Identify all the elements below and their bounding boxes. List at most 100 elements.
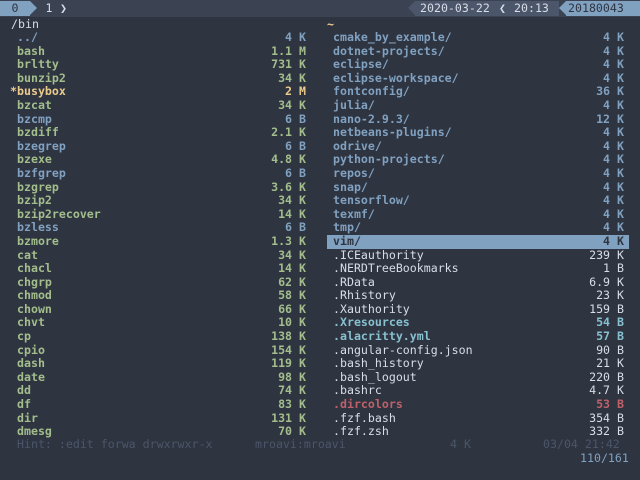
- window-tab[interactable]: 1: [38, 1, 60, 16]
- file-row[interactable]: netbeans-plugins/4 K: [327, 126, 629, 140]
- file-row[interactable]: .ICEauthority 239 K: [327, 247, 629, 263]
- chevron-right-icon: ❯: [60, 1, 67, 15]
- file-name: chacl: [17, 261, 52, 276]
- file-row[interactable]: fontconfig/36 K: [327, 85, 629, 99]
- file-size: 57 B: [596, 329, 624, 344]
- file-row[interactable]: bzexe 4.8 K: [11, 153, 311, 167]
- file-row[interactable]: cp 138 K: [11, 329, 311, 344]
- file-row[interactable]: .NERDTreeBookmarks 1 B: [327, 261, 629, 276]
- file-row[interactable]: eclipse/4 K: [327, 58, 629, 72]
- file-row[interactable]: .bash_history 21 K: [327, 357, 629, 371]
- file-row[interactable]: dd 74 K: [11, 384, 311, 398]
- file-row[interactable]: dotnet-projects/4 K: [327, 44, 629, 59]
- file-row[interactable]: cmake_by_example/4 K: [327, 30, 629, 45]
- file-row[interactable]: bzless 6 B: [11, 221, 311, 235]
- file-row[interactable]: .Xauthority 159 B: [327, 301, 629, 317]
- file-row[interactable]: bzgrep 3.6 K: [11, 180, 311, 195]
- file-name: .Rhistory: [333, 288, 396, 303]
- file-row[interactable]: date 98 K: [11, 369, 311, 385]
- file-row[interactable]: bzip2recover 14 K: [11, 207, 311, 222]
- file-name: tmp/: [333, 220, 361, 235]
- left-file-list[interactable]: ../4 Kbash 1.1 Mbrltty 731 Kbunzip2 34 K * bu…: [10, 30, 311, 439]
- file-row[interactable]: .alacritty.yml 57 B: [327, 329, 629, 344]
- file-name: bash: [17, 43, 45, 58]
- file-size: 1 B: [603, 261, 624, 276]
- file-size: 4 K: [603, 179, 624, 194]
- file-row[interactable]: .Xresources 54 B: [327, 316, 629, 330]
- file-name: .Xauthority: [333, 301, 410, 316]
- file-row[interactable]: .bash_logout 220 B: [327, 369, 629, 385]
- file-size: 159 B: [589, 301, 624, 316]
- file-name: bzmore: [17, 233, 59, 248]
- file-row[interactable]: chacl 14 K: [11, 261, 311, 276]
- chevron-left-icon: ❮: [499, 1, 506, 15]
- file-row[interactable]: bunzip2 34 K: [11, 71, 311, 86]
- file-name: nano-2.9.3/: [333, 111, 410, 126]
- file-name: .bash_logout: [333, 369, 417, 384]
- file-row[interactable]: .RData 6.9 K: [327, 275, 629, 290]
- file-row[interactable]: ../ 4 K: [11, 30, 311, 45]
- file-name: chvt: [17, 315, 45, 330]
- file-row[interactable]: bzfgrep 6 B: [11, 166, 311, 181]
- file-row[interactable]: .angular-config.json 90 B: [327, 343, 629, 358]
- file-size: 74 K: [278, 383, 306, 398]
- file-row[interactable]: bzcmp 6 B: [11, 112, 311, 127]
- window-tab-active[interactable]: 0: [0, 1, 37, 16]
- file-row[interactable]: df 83 K: [11, 397, 311, 412]
- file-row[interactable]: chown 66 K: [11, 302, 311, 317]
- file-size: 4 K: [603, 152, 624, 167]
- tag-mark: *: [10, 84, 17, 99]
- file-row[interactable]: snap/4 K: [327, 179, 629, 195]
- file-row[interactable]: eclipse-workspace/4 K: [327, 71, 629, 86]
- file-row[interactable]: .Rhistory 23 K: [327, 289, 629, 303]
- file-row[interactable]: dir 131 K: [11, 411, 311, 426]
- file-row[interactable]: bzmore 1.3 K: [11, 233, 311, 249]
- file-row[interactable]: .dircolors 53 B: [327, 397, 629, 412]
- file-row[interactable]: repos/4 K: [327, 165, 629, 181]
- file-size: 4 K: [603, 233, 624, 248]
- file-row[interactable]: chgrp 62 K: [11, 274, 311, 290]
- file-size: 83 K: [278, 397, 306, 412]
- file-size: 4 K: [603, 125, 624, 140]
- file-row[interactable]: .bashrc 4.7 K: [327, 384, 629, 398]
- file-row[interactable]: tmp/4 K: [327, 221, 629, 235]
- file-row[interactable]: julia/4 K: [327, 98, 629, 113]
- file-name: repos/: [333, 165, 375, 180]
- file-size: 34 K: [278, 247, 306, 262]
- file-name: cp: [17, 329, 31, 344]
- file-row[interactable]: python-projects/4 K: [327, 153, 629, 167]
- tmux-status-bar: 0 1 ❯ 2020-03-22 ❮ 20:13 20180043: [0, 0, 640, 17]
- file-size: 119 K: [271, 356, 306, 371]
- file-row[interactable]: bzip2 34 K: [11, 194, 311, 208]
- file-row[interactable]: bzegrep 6 B: [11, 139, 311, 154]
- file-row[interactable]: nano-2.9.3/12 K: [327, 111, 629, 127]
- file-row[interactable]: chmod 58 K: [11, 289, 311, 303]
- file-row[interactable]: tensorflow/4 K: [327, 194, 629, 208]
- file-row[interactable]: * busybox 2 M: [10, 84, 311, 99]
- file-row[interactable]: .fzf.bash 354 B: [327, 411, 629, 426]
- file-size: 239 K: [589, 247, 624, 262]
- file-row[interactable]: vim/4 K: [327, 233, 629, 249]
- file-size: 4 K: [603, 193, 624, 208]
- file-name: date: [17, 369, 45, 384]
- file-row[interactable]: brltty 731 K: [11, 58, 311, 72]
- file-size: 220 B: [589, 369, 624, 384]
- file-name: chgrp: [17, 274, 52, 289]
- file-row[interactable]: bzcat 34 K: [11, 98, 311, 113]
- file-name: chmod: [17, 288, 52, 303]
- file-row[interactable]: dash 119 K: [11, 357, 311, 371]
- file-size: 98 K: [278, 369, 306, 384]
- right-pane-path: ~: [327, 17, 334, 31]
- file-size: 21 K: [596, 356, 624, 371]
- file-row[interactable]: bash 1.1 M: [11, 43, 311, 59]
- file-size: 6 B: [285, 220, 306, 235]
- file-row[interactable]: texmf/4 K: [327, 207, 629, 222]
- file-row[interactable]: odrive/4 K: [327, 139, 629, 154]
- file-size: 4 K: [603, 165, 624, 180]
- file-row[interactable]: cat 34 K: [11, 247, 311, 263]
- file-row[interactable]: cpio 154 K: [11, 343, 311, 358]
- file-name: dd: [17, 383, 31, 398]
- file-row[interactable]: bzdiff 2.1 K: [11, 126, 311, 140]
- right-file-list[interactable]: cmake_by_example/4 Kdotnet-projects/4 Ke…: [327, 30, 629, 439]
- file-row[interactable]: chvt 10 K: [11, 316, 311, 330]
